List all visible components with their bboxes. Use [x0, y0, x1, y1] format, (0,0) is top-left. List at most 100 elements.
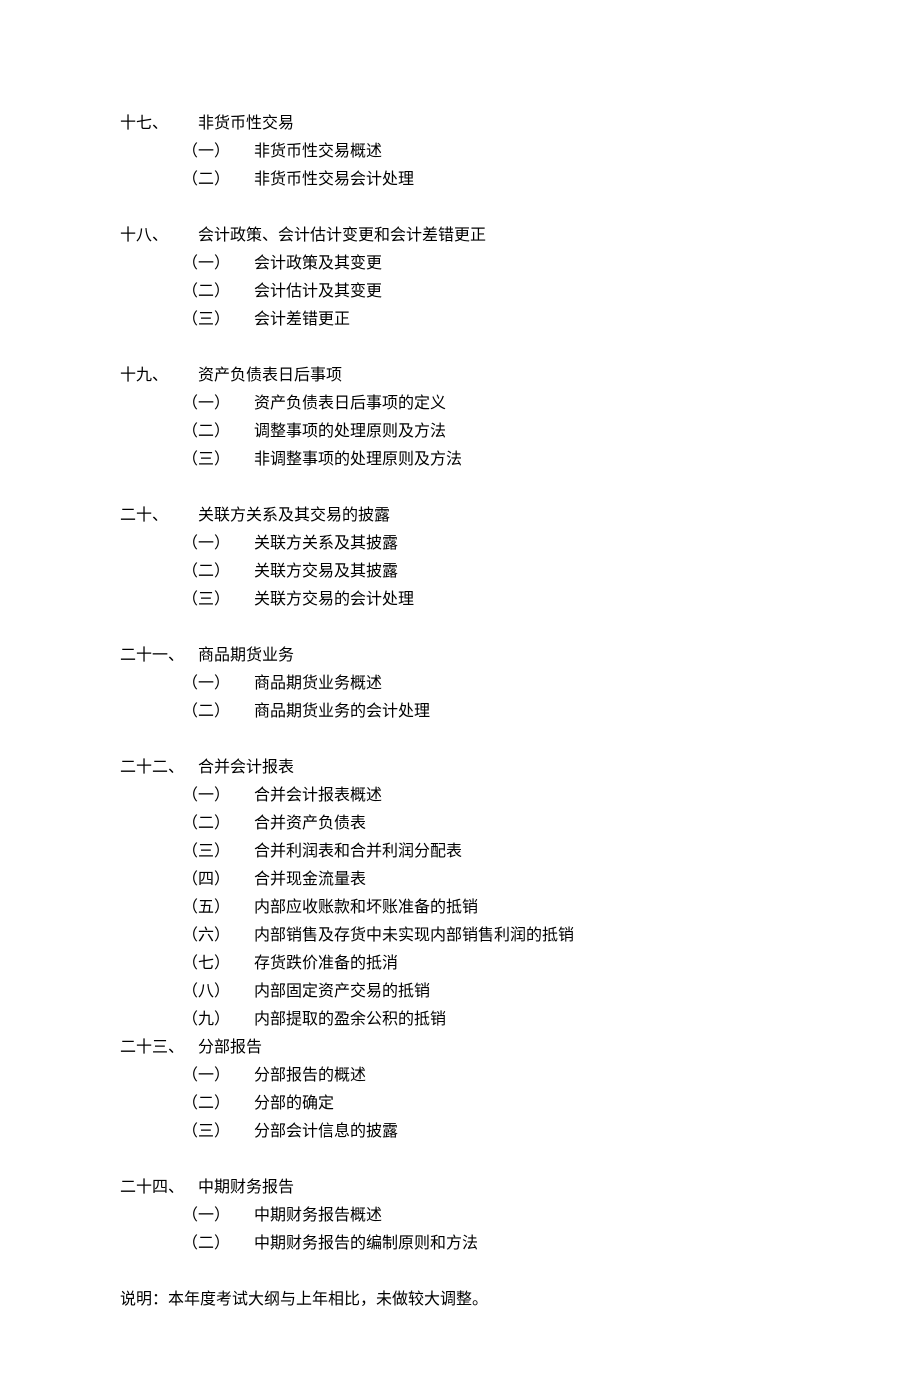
section-number: 十九、	[120, 362, 198, 390]
item-marker: （一）	[182, 530, 254, 558]
item-marker: （一）	[182, 250, 254, 278]
item-marker: （二）	[182, 558, 254, 586]
list-item: （四）合并现金流量表	[120, 866, 800, 894]
section-number: 二十、	[120, 502, 198, 530]
item-marker: （七）	[182, 950, 254, 978]
section-number: 十七、	[120, 110, 198, 138]
outline-section: 十七、非货币性交易（一）非货币性交易概述（二）非货币性交易会计处理	[120, 110, 800, 194]
list-item: （三）分部会计信息的披露	[120, 1118, 800, 1146]
item-marker: （二）	[182, 278, 254, 306]
section-heading: 二十三、分部报告	[120, 1034, 800, 1062]
item-text: 调整事项的处理原则及方法	[254, 418, 446, 446]
section-heading: 十九、资产负债表日后事项	[120, 362, 800, 390]
item-marker: （五）	[182, 894, 254, 922]
section-title: 中期财务报告	[198, 1174, 294, 1202]
item-text: 会计政策及其变更	[254, 250, 382, 278]
list-item: （八）内部固定资产交易的抵销	[120, 978, 800, 1006]
list-item: （一）合并会计报表概述	[120, 782, 800, 810]
item-marker: （一）	[182, 390, 254, 418]
outline-section: 二十四、中期财务报告（一）中期财务报告概述（二）中期财务报告的编制原则和方法	[120, 1174, 800, 1258]
item-marker: （二）	[182, 418, 254, 446]
list-item: （一）资产负债表日后事项的定义	[120, 390, 800, 418]
item-marker: （三）	[182, 1118, 254, 1146]
list-item: （二）非货币性交易会计处理	[120, 166, 800, 194]
list-item: （一）分部报告的概述	[120, 1062, 800, 1090]
document-page: 十七、非货币性交易（一）非货币性交易概述（二）非货币性交易会计处理十八、会计政策…	[0, 0, 920, 1374]
list-item: （三）合并利润表和合并利润分配表	[120, 838, 800, 866]
list-item: （三）会计差错更正	[120, 306, 800, 334]
item-marker: （二）	[182, 810, 254, 838]
item-text: 关联方交易及其披露	[254, 558, 398, 586]
item-text: 分部的确定	[254, 1090, 334, 1118]
item-marker: （三）	[182, 586, 254, 614]
item-marker: （九）	[182, 1006, 254, 1034]
list-item: （一）商品期货业务概述	[120, 670, 800, 698]
section-title: 会计政策、会计估计变更和会计差错更正	[198, 222, 486, 250]
item-text: 合并利润表和合并利润分配表	[254, 838, 462, 866]
item-text: 内部固定资产交易的抵销	[254, 978, 430, 1006]
outline-section: 二十一、商品期货业务（一）商品期货业务概述（二）商品期货业务的会计处理	[120, 642, 800, 726]
item-text: 资产负债表日后事项的定义	[254, 390, 446, 418]
item-text: 非货币性交易会计处理	[254, 166, 414, 194]
item-marker: （二）	[182, 166, 254, 194]
section-heading: 二十四、中期财务报告	[120, 1174, 800, 1202]
list-item: （九）内部提取的盈余公积的抵销	[120, 1006, 800, 1034]
list-item: （七）存货跌价准备的抵消	[120, 950, 800, 978]
item-marker: （四）	[182, 866, 254, 894]
list-item: （五）内部应收账款和坏账准备的抵销	[120, 894, 800, 922]
item-text: 关联方交易的会计处理	[254, 586, 414, 614]
list-item: （六）内部销售及存货中未实现内部销售利润的抵销	[120, 922, 800, 950]
section-heading: 二十、关联方关系及其交易的披露	[120, 502, 800, 530]
item-marker: （三）	[182, 838, 254, 866]
list-item: （一）非货币性交易概述	[120, 138, 800, 166]
list-item: （二）中期财务报告的编制原则和方法	[120, 1230, 800, 1258]
list-item: （三）非调整事项的处理原则及方法	[120, 446, 800, 474]
list-item: （一）关联方关系及其披露	[120, 530, 800, 558]
item-text: 会计差错更正	[254, 306, 350, 334]
outline-section: 二十二、合并会计报表（一）合并会计报表概述（二）合并资产负债表（三）合并利润表和…	[120, 754, 800, 1034]
item-marker: （一）	[182, 138, 254, 166]
item-marker: （二）	[182, 1230, 254, 1258]
section-number: 十八、	[120, 222, 198, 250]
item-marker: （六）	[182, 922, 254, 950]
item-marker: （八）	[182, 978, 254, 1006]
item-text: 存货跌价准备的抵消	[254, 950, 398, 978]
item-text: 分部会计信息的披露	[254, 1118, 398, 1146]
section-title: 资产负债表日后事项	[198, 362, 342, 390]
item-text: 商品期货业务概述	[254, 670, 382, 698]
item-text: 合并现金流量表	[254, 866, 366, 894]
section-number: 二十一、	[120, 642, 198, 670]
item-marker: （三）	[182, 306, 254, 334]
list-item: （二）合并资产负债表	[120, 810, 800, 838]
item-text: 会计估计及其变更	[254, 278, 382, 306]
list-item: （一）会计政策及其变更	[120, 250, 800, 278]
list-item: （二）分部的确定	[120, 1090, 800, 1118]
item-text: 分部报告的概述	[254, 1062, 366, 1090]
list-item: （二）关联方交易及其披露	[120, 558, 800, 586]
item-marker: （一）	[182, 782, 254, 810]
outline-section: 二十三、分部报告（一）分部报告的概述（二）分部的确定（三）分部会计信息的披露	[120, 1034, 800, 1146]
section-title: 商品期货业务	[198, 642, 294, 670]
outline-section: 二十、关联方关系及其交易的披露（一）关联方关系及其披露（二）关联方交易及其披露（…	[120, 502, 800, 614]
item-text: 合并资产负债表	[254, 810, 366, 838]
section-title: 分部报告	[198, 1034, 262, 1062]
item-marker: （一）	[182, 1062, 254, 1090]
outline-section: 十八、会计政策、会计估计变更和会计差错更正（一）会计政策及其变更（二）会计估计及…	[120, 222, 800, 334]
section-title: 关联方关系及其交易的披露	[198, 502, 390, 530]
list-item: （二）调整事项的处理原则及方法	[120, 418, 800, 446]
section-heading: 十七、非货币性交易	[120, 110, 800, 138]
section-title: 合并会计报表	[198, 754, 294, 782]
item-marker: （一）	[182, 670, 254, 698]
list-item: （一）中期财务报告概述	[120, 1202, 800, 1230]
item-text: 内部提取的盈余公积的抵销	[254, 1006, 446, 1034]
item-marker: （一）	[182, 1202, 254, 1230]
item-text: 中期财务报告的编制原则和方法	[254, 1230, 478, 1258]
section-number: 二十四、	[120, 1174, 198, 1202]
item-text: 内部应收账款和坏账准备的抵销	[254, 894, 478, 922]
list-item: （二）商品期货业务的会计处理	[120, 698, 800, 726]
item-marker: （三）	[182, 446, 254, 474]
list-item: （三）关联方交易的会计处理	[120, 586, 800, 614]
item-text: 合并会计报表概述	[254, 782, 382, 810]
footer-note: 说明：本年度考试大纲与上年相比，未做较大调整。	[120, 1286, 800, 1314]
item-text: 内部销售及存货中未实现内部销售利润的抵销	[254, 922, 574, 950]
